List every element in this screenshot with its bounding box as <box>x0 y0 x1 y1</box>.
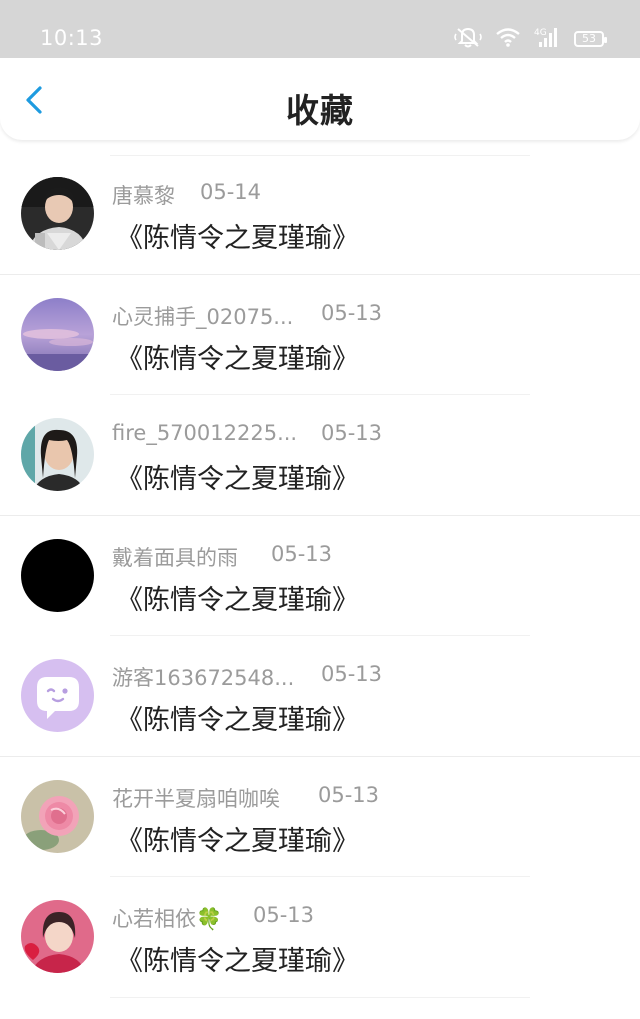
item-date: 05-13 <box>321 300 383 325</box>
item-date: 05-13 <box>321 662 383 686</box>
book-title[interactable]: 《陈情令之夏瑾瑜》 <box>116 578 359 617</box>
avatar[interactable] <box>21 177 94 250</box>
item-meta: fire_570012225... 05-13 <box>112 421 382 445</box>
item-meta: 心若相依🍀 05-13 <box>112 903 314 933</box>
list-item[interactable]: 戴着面具的雨 05-13 《陈情令之夏瑾瑜》 <box>0 516 640 637</box>
list-item[interactable]: fire_570012225... 05-13 《陈情令之夏瑾瑜》 <box>0 395 640 516</box>
item-date: 05-13 <box>271 541 333 566</box>
battery-icon: 53 <box>574 31 607 47</box>
avatar[interactable] <box>21 297 94 371</box>
avatar[interactable] <box>21 418 94 491</box>
signal-4g-icon: 4G <box>534 26 560 52</box>
item-date: 05-13 <box>253 903 315 927</box>
avatar[interactable] <box>21 900 94 973</box>
svg-text:4G: 4G <box>534 28 547 38</box>
mute-bell-icon <box>454 26 482 52</box>
user-name[interactable]: 戴着面具的雨 <box>112 542 238 572</box>
user-name[interactable]: fire_570012225... <box>112 421 297 445</box>
item-meta: 花开半夏扇咱咖唉 05-13 <box>112 783 379 813</box>
item-meta: 唐慕黎 05-14 <box>112 180 261 210</box>
favorites-list: 唐慕黎 05-14 《陈情令之夏瑾瑜》 心灵捕手_02075... 05-13 … <box>0 155 640 998</box>
user-name[interactable]: 唐慕黎 <box>112 180 175 210</box>
page-title: 收藏 <box>286 91 354 130</box>
status-icons: 4G 53 <box>454 24 607 54</box>
item-date: 05-13 <box>321 421 383 445</box>
list-item[interactable]: 游客163672548... 05-13 《陈情令之夏瑾瑜》 <box>0 636 640 757</box>
book-title[interactable]: 《陈情令之夏瑾瑜》 <box>116 819 359 858</box>
user-name[interactable]: 游客163672548... <box>112 662 294 692</box>
book-title[interactable]: 《陈情令之夏瑾瑜》 <box>116 337 359 376</box>
list-item[interactable]: 心若相依🍀 05-13 《陈情令之夏瑾瑜》 <box>0 877 640 998</box>
list-item[interactable]: 花开半夏扇咱咖唉 05-13 《陈情令之夏瑾瑜》 <box>0 757 640 878</box>
avatar[interactable] <box>21 538 94 612</box>
avatar[interactable] <box>21 779 94 853</box>
book-title[interactable]: 《陈情令之夏瑾瑜》 <box>116 698 359 737</box>
user-name[interactable]: 花开半夏扇咱咖唉 <box>112 783 280 813</box>
list-item[interactable]: 唐慕黎 05-14 《陈情令之夏瑾瑜》 <box>0 154 640 275</box>
header: 收藏 <box>0 58 640 140</box>
book-title[interactable]: 《陈情令之夏瑾瑜》 <box>116 457 359 496</box>
status-time: 10:13 <box>40 26 104 50</box>
user-name[interactable]: 心灵捕手_02075... <box>112 301 293 331</box>
book-title[interactable]: 《陈情令之夏瑾瑜》 <box>116 939 359 978</box>
item-date: 05-14 <box>200 180 262 204</box>
avatar[interactable] <box>21 659 94 732</box>
list-item[interactable]: 心灵捕手_02075... 05-13 《陈情令之夏瑾瑜》 <box>0 275 640 396</box>
book-title[interactable]: 《陈情令之夏瑾瑜》 <box>116 216 359 255</box>
status-bar: 10:13 4G 53 <box>0 0 640 60</box>
user-name[interactable]: 心若相依🍀 <box>112 903 222 933</box>
wifi-icon <box>496 27 520 51</box>
item-meta: 戴着面具的雨 05-13 <box>112 542 332 572</box>
item-meta: 游客163672548... 05-13 <box>112 662 382 692</box>
item-meta: 心灵捕手_02075... 05-13 <box>112 301 382 331</box>
item-date: 05-13 <box>318 782 380 807</box>
